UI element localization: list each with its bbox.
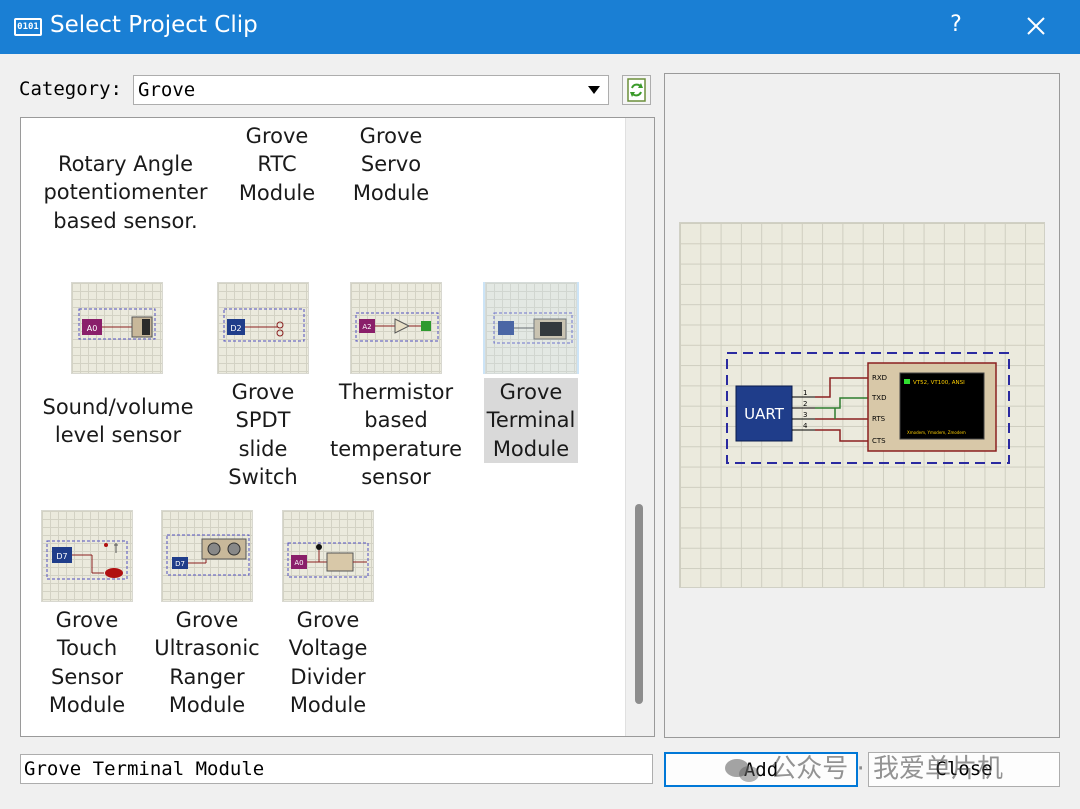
- clip-label: Thermistor based temperature sensor: [330, 380, 462, 489]
- clip-grove-spdt-switch[interactable]: D2 Grove SPDT slide Switch: [216, 282, 310, 494]
- chevron-down-icon: [588, 86, 600, 94]
- category-dropdown[interactable]: Grove: [133, 75, 609, 105]
- preview-schematic: UART 1 2 3 4 RXD TXD RTS CTS VT52, VT100…: [679, 222, 1045, 588]
- svg-text:A0: A0: [87, 324, 98, 333]
- svg-text:A2: A2: [362, 323, 371, 331]
- uart-block: UART: [735, 385, 793, 442]
- terminal-footer: Xmodem, Ymodem, Zmodem: [907, 430, 966, 435]
- terminal-title: VT52, VT100, ANSI: [913, 380, 965, 386]
- clip-list-scrollbar[interactable]: [625, 118, 654, 736]
- clip-label: Grove SPDT slide Switch: [228, 380, 298, 489]
- svg-text:CTS: CTS: [872, 437, 886, 445]
- watermark: 公众号 · 我爱单片机: [722, 748, 1003, 785]
- clip-grove-rtc-module[interactable]: Grove RTC Module: [232, 122, 322, 212]
- clip-label: Sound/volume level sensor: [42, 395, 194, 448]
- clip-grove-voltage-divider[interactable]: A0 Grove Voltage Divider Module: [280, 510, 376, 720]
- grove-sound-thumbnail: A0: [71, 282, 163, 374]
- clip-sound-volume-sensor[interactable]: A0 Sound/volume level sensor: [38, 282, 198, 462]
- clip-label: Grove RTC Module: [238, 124, 316, 205]
- help-button[interactable]: ?: [944, 12, 968, 37]
- watermark-text: 公众号 · 我爱单片机: [770, 754, 1004, 784]
- title-bar: 0101 Select Project Clip ?: [0, 0, 1080, 54]
- wechat-icon: [725, 758, 759, 782]
- svg-text:D7: D7: [175, 560, 185, 568]
- clip-label: Grove Servo Module: [352, 124, 430, 205]
- clip-name-value: Grove Terminal Module: [24, 758, 265, 780]
- clip-name-field[interactable]: Grove Terminal Module: [20, 754, 653, 784]
- refresh-icon: [627, 78, 646, 102]
- clip-thermistor-sensor[interactable]: A2 Thermistor based temperature sensor: [328, 282, 464, 494]
- grove-ultrasonic-thumbnail: D7: [161, 510, 253, 602]
- category-label: Category:: [19, 78, 122, 100]
- clip-label: Grove Terminal Module: [484, 378, 578, 463]
- clip-grove-terminal-module[interactable]: Grove Terminal Module: [483, 282, 579, 464]
- clip-grove-servo-module[interactable]: Grove Servo Module: [344, 122, 438, 212]
- pin-number: 2: [803, 400, 807, 408]
- clip-label: Rotary Angle potentiomenter based sensor…: [43, 152, 208, 233]
- close-icon: [1027, 17, 1045, 35]
- svg-text:A0: A0: [294, 559, 303, 567]
- app-icon: 0101: [14, 18, 42, 36]
- clip-grove-touch-sensor[interactable]: D7 Grove Touch Sensor Module: [38, 510, 136, 720]
- pin-number: 3: [803, 411, 807, 419]
- grove-spdt-thumbnail: D2: [217, 282, 309, 374]
- clip-label: Grove Voltage Divider Module: [288, 608, 368, 717]
- refresh-button[interactable]: [622, 75, 651, 105]
- svg-text:TXD: TXD: [871, 394, 886, 402]
- clip-rotary-angle-sensor[interactable]: Rotary Angle potentiomenter based sensor…: [38, 150, 213, 240]
- svg-text:RXD: RXD: [872, 374, 887, 382]
- grove-thermistor-thumbnail: A2: [350, 282, 442, 374]
- clip-grove-ultrasonic-ranger[interactable]: D7 Grove Ultrasonic Ranger Module: [152, 510, 262, 720]
- svg-text:D7: D7: [56, 552, 67, 561]
- pin-number: 1: [803, 389, 807, 397]
- clip-label: Grove Ultrasonic Ranger Module: [154, 608, 260, 717]
- scrollbar-thumb[interactable]: [635, 504, 643, 704]
- svg-text:D2: D2: [230, 324, 241, 333]
- grove-terminal-thumbnail: [485, 282, 577, 374]
- uart-label: UART: [744, 405, 785, 423]
- grove-voltage-divider-thumbnail: A0: [282, 510, 374, 602]
- svg-text:RTS: RTS: [872, 415, 886, 423]
- close-window-button[interactable]: [1018, 8, 1054, 44]
- category-value: Grove: [138, 79, 196, 101]
- virtual-terminal: RXD TXD RTS CTS VT52, VT100, ANSI Xmodem…: [867, 362, 997, 452]
- grove-touch-thumbnail: D7: [41, 510, 133, 602]
- window-title: Select Project Clip: [50, 12, 258, 38]
- clip-label: Grove Touch Sensor Module: [48, 608, 126, 717]
- pin-number: 4: [803, 422, 808, 430]
